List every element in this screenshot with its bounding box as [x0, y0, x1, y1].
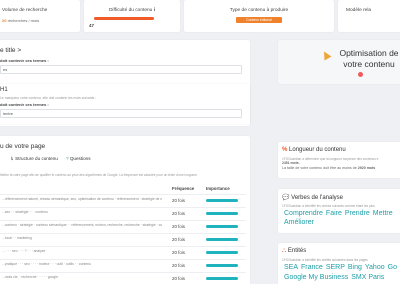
cursor-arrow-icon: [320, 49, 332, 61]
row-frequence: 20 fois: [172, 198, 185, 203]
difficulty-gauge: [94, 17, 154, 20]
verbes-word: Comprendre: [284, 210, 323, 217]
h1-field-label-2: doit contenir ces termes :: [0, 102, 49, 107]
red-dot-icon: [358, 72, 363, 77]
h1-heading-2: H1: [0, 87, 8, 93]
table-row: ...local · · marketing 20 fois: [0, 233, 246, 246]
row-importance-bar: [206, 212, 238, 215]
tab-questions-label: Questions: [69, 156, 91, 161]
verbes-word: Améliorer: [284, 219, 314, 226]
longueur-title-line: % Longueur du contenu: [282, 147, 346, 153]
row-importance-bar: [206, 225, 238, 228]
entites-word: SERP: [325, 264, 345, 271]
content-type-title: Type de contenu à produire: [229, 8, 289, 13]
speech-bubble-icon: 💬: [282, 195, 290, 201]
row-frequence: 20 fois: [172, 276, 185, 281]
structure-icon: ⇂: [10, 156, 14, 161]
row-terms: ...local · · marketing: [2, 236, 32, 240]
verbes-title-line: 💬 Verbes de l'analyse: [282, 194, 343, 201]
title-terms-input[interactable]: es: [0, 65, 242, 74]
tab-structure[interactable]: ⇂ Structure du contenu: [10, 156, 58, 162]
table-row: ...seo · · stratégie · · · contenu 20 foi…: [0, 207, 246, 220]
longueur-target-value: 2920 mots: [357, 166, 376, 170]
volume-title: Volume de recherche: [2, 8, 48, 13]
row-frequence: 20 fois: [172, 250, 185, 255]
row-terms: ...mots cle, · recherche · · · · · googl…: [2, 275, 58, 279]
structure-hint: Mettre la votre page afin de qualifier l…: [0, 173, 197, 177]
row-importance-bar: [206, 251, 238, 254]
tab-questions[interactable]: ? Questions: [66, 156, 91, 161]
h1-panel: H1 Le marqueur votre contenu, elle doit …: [0, 84, 250, 124]
row-frequence: 20 fois: [172, 211, 185, 216]
row-terms: ... · · · seo · · · ? · · · analyse: [2, 249, 46, 253]
row-terms: ...référencement naturel, réseau sémanti…: [2, 197, 162, 201]
table-row: ...référencement naturel, réseau sémanti…: [0, 194, 246, 207]
longueur-target-prefix: La taille de votre contenu doit être au …: [282, 166, 358, 170]
content-type-badge: Contenu éditorial: [236, 17, 282, 23]
volume-value-line: 20 recherches / mois: [2, 18, 39, 23]
verbes-word: Prendre: [344, 210, 370, 217]
verbes-word: Mettre: [372, 210, 393, 217]
entites-word: SMX Paris: [351, 274, 385, 281]
title-heading: e title >: [0, 47, 22, 54]
verbes-panel: 💬 Verbes de l'analyse 1FOGuardian a iden…: [278, 189, 400, 233]
entites-word: France: [301, 264, 323, 271]
col-importance: Importance: [206, 186, 230, 191]
entites-word: Go: [387, 264, 397, 271]
entites-word: Bing: [347, 264, 362, 271]
title-field-label: doit contenir ces termes :: [0, 58, 49, 63]
row-frequence: 20 fois: [172, 263, 185, 268]
row-terms: ...pratique · · · seo · · · · moteur · ·…: [2, 262, 91, 266]
row-terms: ...contenu · stratégie · contenu sémanti…: [2, 223, 162, 227]
row-importance-bar: [206, 277, 238, 280]
hierarchy-icon: ⛬: [282, 248, 287, 254]
table-row: ... · · · seo · · · ? · · · analyse 20 fo…: [0, 246, 246, 259]
longueur-panel: % Longueur du contenu 1FOGuardian a déte…: [278, 142, 400, 178]
verbes-title: Verbes de l'analyse: [291, 195, 344, 201]
content-type-card: Type de contenu à produire Contenu édito…: [184, 0, 334, 32]
info-icon[interactable]: i: [154, 8, 155, 13]
entites-title: Entités: [287, 248, 307, 254]
structure-panel: u de votre page Mettre la votre page afi…: [0, 136, 250, 284]
volume-card: Volume de recherche 20 recherches / mois: [0, 0, 80, 32]
volume-suffix: recherches / mois: [6, 18, 40, 23]
row-frequence: 20 fois: [172, 224, 185, 229]
longueur-target-line: La taille de votre contenu doit être au …: [282, 166, 375, 171]
row-importance-bar: [206, 238, 238, 241]
table-row: ...pratique · · · seo · · · · moteur · ·…: [0, 259, 246, 272]
percent-icon: %: [282, 147, 288, 153]
entites-word: SEA: [284, 264, 299, 271]
difficulty-title: Difficulté du contenu: [108, 8, 153, 13]
h1-hint-2: Le marqueur votre contenu, elle doit con…: [0, 96, 97, 100]
difficulty-card: Difficulté du contenu i 47: [84, 0, 180, 32]
optimisation-panel: Optimisation de votre contenu: [278, 40, 400, 84]
difficulty-title-line: Difficulté du contenu i: [84, 8, 180, 13]
col-frequence: Fréquence: [172, 186, 195, 191]
optimisation-title: Optimisation de votre contenu: [339, 48, 399, 69]
row-frequence: 20 fois: [172, 237, 185, 242]
row-importance-bar: [206, 264, 238, 267]
question-icon: ?: [66, 156, 69, 161]
difficulty-value: 47: [89, 23, 95, 28]
table-row: ...mots cle, · recherche · · · · · googl…: [0, 272, 246, 284]
structure-heading: u de votre page: [0, 143, 46, 150]
table-row: ...contenu · stratégie · contenu sémanti…: [0, 220, 246, 233]
tab-structure-label: Structure du contenu: [15, 156, 58, 161]
entites-word: Google My Business: [284, 274, 349, 281]
verbes-words: Comprendre Faire Prendre Mettre Améliorer: [284, 209, 400, 227]
verbes-word: Faire: [325, 210, 342, 217]
row-terms: ...seo · · stratégie · · · contenu: [2, 210, 48, 214]
row-importance-bar: [206, 199, 238, 202]
entites-word: Yahoo: [364, 264, 385, 271]
model-card: Modèle rela: [338, 0, 400, 32]
h1-terms-input-2[interactable]: ientre: [0, 109, 242, 118]
entites-title-line: ⛬ Entités: [282, 248, 306, 255]
entites-words: SEA France SERP Bing Yahoo Go Google My Busine…: [284, 263, 400, 283]
longueur-title: Longueur du contenu: [289, 147, 346, 153]
model-title: Modèle rela: [346, 8, 372, 13]
entites-panel: ⛬ Entités 1FOGuardian a identifié les en…: [278, 243, 400, 284]
